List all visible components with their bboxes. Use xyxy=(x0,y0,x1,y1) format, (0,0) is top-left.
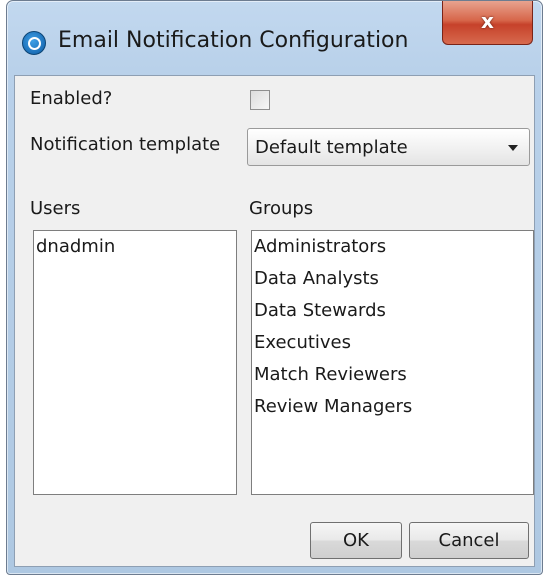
groups-header: Groups xyxy=(249,198,314,219)
title-bar[interactable]: Email Notification Configuration x xyxy=(7,1,542,75)
groups-list-item[interactable]: Administrators xyxy=(252,231,533,263)
groups-list-item[interactable]: Review Managers xyxy=(252,391,533,423)
notification-template-value: Default template xyxy=(255,137,408,158)
enabled-label: Enabled? xyxy=(30,88,113,109)
chevron-down-icon xyxy=(508,145,518,151)
dialog-content: Enabled? Notification template Default t… xyxy=(14,75,535,567)
cancel-button[interactable]: Cancel xyxy=(409,522,529,559)
dialog-window: Email Notification Configuration x Enabl… xyxy=(6,0,543,575)
users-list-item[interactable]: dnadmin xyxy=(34,231,236,263)
app-icon xyxy=(22,31,46,55)
close-icon: x xyxy=(481,9,494,33)
notification-template-dropdown[interactable]: Default template xyxy=(247,128,530,166)
users-list[interactable]: dnadmin xyxy=(33,230,237,495)
ok-button[interactable]: OK xyxy=(310,522,402,559)
close-button[interactable]: x xyxy=(442,1,533,45)
users-header: Users xyxy=(30,198,81,219)
groups-list-item[interactable]: Match Reviewers xyxy=(252,359,533,391)
groups-list[interactable]: Administrators Data Analysts Data Stewards… xyxy=(251,230,534,495)
notification-template-label: Notification template xyxy=(30,134,221,155)
enabled-checkbox[interactable] xyxy=(250,90,270,110)
groups-list-item[interactable]: Executives xyxy=(252,327,533,359)
window-title: Email Notification Configuration xyxy=(58,28,409,53)
groups-list-item[interactable]: Data Analysts xyxy=(252,263,533,295)
groups-list-item[interactable]: Data Stewards xyxy=(252,295,533,327)
